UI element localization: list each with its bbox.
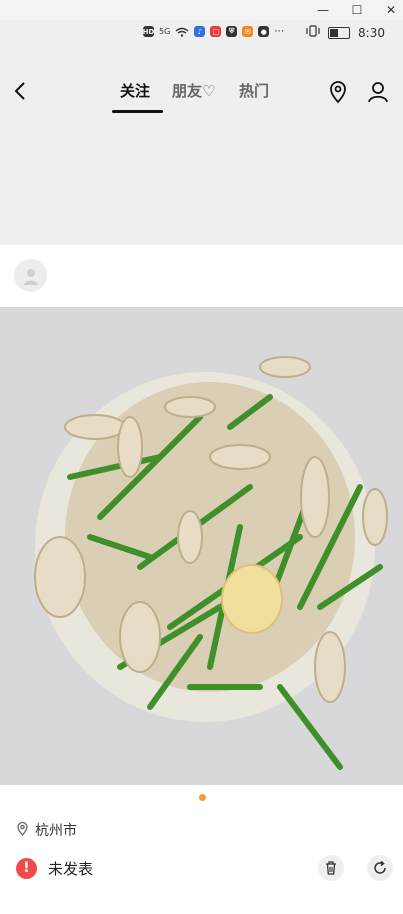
retry-button[interactable] bbox=[367, 855, 393, 881]
more-icon: ⋯ bbox=[274, 26, 285, 37]
tab-friends[interactable]: 朋友♡ bbox=[172, 80, 215, 101]
avatar[interactable] bbox=[14, 259, 47, 292]
app-header bbox=[0, 20, 403, 245]
wifi-icon bbox=[175, 27, 189, 37]
profile-button[interactable] bbox=[366, 80, 392, 104]
shield-icon: ⛨ bbox=[226, 26, 238, 37]
post-status-row: ! 未发表 bbox=[16, 855, 393, 881]
tab-following[interactable]: 关注 bbox=[120, 80, 150, 101]
close-window-button[interactable]: ✕ bbox=[374, 0, 403, 20]
orange-app-icon: ✉ bbox=[242, 26, 254, 37]
post-status-text: 未发表 bbox=[48, 859, 94, 878]
error-icon: ! bbox=[16, 857, 37, 879]
minimize-button[interactable]: — bbox=[306, 0, 340, 20]
post-location[interactable]: 杭州市 bbox=[16, 820, 77, 840]
delete-button[interactable] bbox=[318, 855, 344, 881]
status-right: 8:30 bbox=[306, 25, 385, 40]
window-titlebar: — ☐ ✕ bbox=[0, 0, 403, 20]
music-icon: ♪ bbox=[194, 26, 206, 37]
vibrate-icon bbox=[306, 25, 320, 40]
signal-icon: 5G bbox=[159, 27, 171, 36]
post-photo[interactable] bbox=[0, 307, 403, 785]
status-icons: HD 5G ♪ □ ⛨ ✉ ● ⋯ bbox=[143, 26, 284, 37]
location-pin-icon bbox=[16, 821, 29, 840]
battery-icon bbox=[328, 26, 351, 39]
food-image bbox=[0, 307, 403, 785]
maximize-button[interactable]: ☐ bbox=[340, 0, 374, 20]
carousel-indicator bbox=[199, 794, 206, 801]
location-button[interactable] bbox=[327, 80, 351, 104]
tab-hot[interactable]: 热门 bbox=[239, 80, 269, 101]
hd-icon: HD bbox=[142, 26, 155, 37]
location-label: 杭州市 bbox=[35, 823, 77, 839]
record-icon: ● bbox=[258, 26, 270, 37]
clock: 8:30 bbox=[358, 25, 385, 40]
top-nav: 关注 朋友♡ 热门 bbox=[0, 70, 403, 114]
status-bar: HD 5G ♪ □ ⛨ ✉ ● ⋯ 8:30 bbox=[0, 20, 403, 50]
red-app-icon: □ bbox=[210, 26, 222, 37]
back-button[interactable] bbox=[8, 76, 32, 106]
active-tab-indicator bbox=[112, 110, 163, 113]
